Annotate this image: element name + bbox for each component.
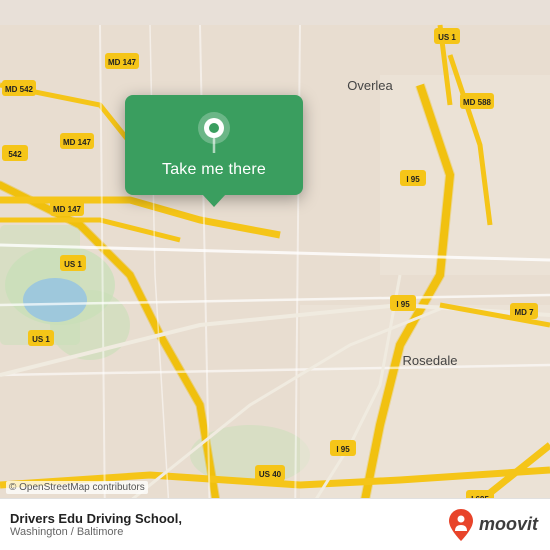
location-subtitle: Washington / Baltimore xyxy=(10,526,182,538)
map-background: US 1 MD 542 542 MD 147 MD 147 MD 147 US … xyxy=(0,0,550,550)
location-title: Drivers Edu Driving School, xyxy=(10,511,182,526)
bottom-bar: Drivers Edu Driving School, Washington /… xyxy=(0,498,550,550)
svg-text:MD 147: MD 147 xyxy=(108,58,137,67)
take-me-there-button[interactable]: Take me there xyxy=(162,161,266,179)
svg-text:MD 7: MD 7 xyxy=(514,308,534,317)
svg-text:Rosedale: Rosedale xyxy=(403,353,458,368)
svg-text:US 1: US 1 xyxy=(438,33,456,42)
moovit-logo: moovit xyxy=(447,509,538,541)
svg-text:Overlea: Overlea xyxy=(347,78,393,93)
svg-text:I 95: I 95 xyxy=(406,175,420,184)
svg-text:MD 147: MD 147 xyxy=(53,205,82,214)
location-info: Drivers Edu Driving School, Washington /… xyxy=(10,511,182,538)
svg-text:MD 542: MD 542 xyxy=(5,85,34,94)
svg-text:MD 588: MD 588 xyxy=(463,98,492,107)
moovit-label: moovit xyxy=(479,514,538,535)
svg-text:MD 147: MD 147 xyxy=(63,138,92,147)
svg-text:US 1: US 1 xyxy=(32,335,50,344)
osm-credit: © OpenStreetMap contributors xyxy=(6,481,148,494)
moovit-pin-icon xyxy=(447,509,475,541)
svg-text:I 95: I 95 xyxy=(336,445,350,454)
svg-text:US 40: US 40 xyxy=(259,470,282,479)
svg-text:US 1: US 1 xyxy=(64,260,82,269)
svg-text:542: 542 xyxy=(8,150,22,159)
map-container: US 1 MD 542 542 MD 147 MD 147 MD 147 US … xyxy=(0,0,550,550)
popup-card: Take me there xyxy=(125,95,303,195)
location-pin-icon xyxy=(192,109,236,153)
svg-text:I 95: I 95 xyxy=(396,300,410,309)
